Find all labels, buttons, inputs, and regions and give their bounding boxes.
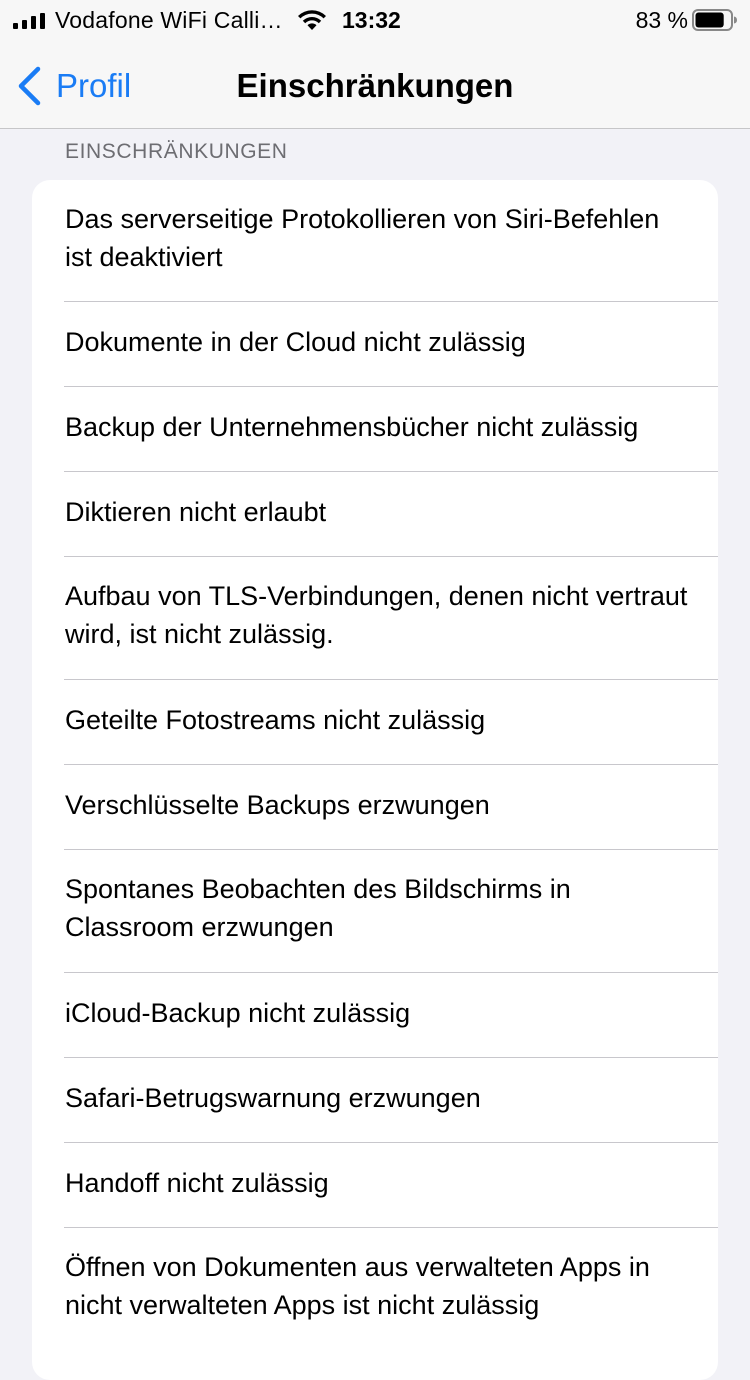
restrictions-list: Das serverseitige Protokollieren von Sir… (32, 180, 718, 1380)
list-item-label: Dokumente in der Cloud nicht zulässig (65, 327, 526, 357)
list-item-label: Verschlüsselte Backups erzwungen (65, 790, 490, 820)
list-item[interactable]: Backup der Unternehmensbücher nicht zulä… (32, 387, 718, 472)
list-item[interactable]: Aufbau von TLS-Verbindungen, denen nicht… (32, 557, 718, 680)
section-header: EINSCHRÄNKUNGEN (65, 140, 288, 163)
list-item-label: Öffnen von Dokumenten aus verwalteten Ap… (65, 1252, 650, 1320)
list-item[interactable]: Spontanes Beobachten des Bildschirms in … (32, 850, 718, 973)
list-item[interactable]: Geteilte Fotostreams nicht zulässig (32, 680, 718, 765)
battery-icon (692, 9, 737, 31)
list-item[interactable]: Öffnen von Dokumenten aus verwalteten Ap… (32, 1228, 718, 1351)
list-item[interactable]: Handoff nicht zulässig (32, 1143, 718, 1228)
carrier-name: Vodafone WiFi Calli… (55, 7, 283, 33)
battery-percentage: 83 % (635, 7, 688, 33)
list-item-label: Das serverseitige Protokollieren von Sir… (65, 204, 660, 272)
status-bar: Vodafone WiFi Calli… 13:32 83 % (0, 0, 750, 44)
list-item[interactable]: Diktieren nicht erlaubt (32, 472, 718, 557)
wifi-icon (298, 10, 326, 30)
cellular-signal-icon (13, 13, 45, 29)
list-item[interactable]: Verschlüsselte Backups erzwungen (32, 765, 718, 850)
list-item-label: Spontanes Beobachten des Bildschirms in … (65, 874, 571, 942)
list-item[interactable]: Safari-Betrugswarnung erzwungen (32, 1058, 718, 1143)
battery-fill (695, 12, 724, 28)
list-item-label: Safari-Betrugswarnung erzwungen (65, 1083, 481, 1113)
status-time: 13:32 (342, 7, 401, 33)
list-item-label: Diktieren nicht erlaubt (65, 497, 327, 527)
list-item[interactable]: Das serverseitige Protokollieren von Sir… (32, 180, 718, 302)
navigation-bar: Profil Einschränkungen (0, 44, 750, 129)
list-item[interactable]: iCloud-Backup nicht zulässig (32, 973, 718, 1058)
page-title: Einschränkungen (236, 67, 514, 104)
list-item-label: iCloud-Backup nicht zulässig (65, 998, 411, 1028)
list-item-label: Geteilte Fotostreams nicht zulässig (65, 705, 486, 735)
list-item-label: Handoff nicht zulässig (65, 1168, 329, 1198)
list-item[interactable]: Dokumente in der Cloud nicht zulässig (32, 302, 718, 387)
list-item-label: Aufbau von TLS-Verbindungen, denen nicht… (65, 581, 688, 649)
list-item-label: Backup der Unternehmensbücher nicht zulä… (65, 412, 639, 442)
